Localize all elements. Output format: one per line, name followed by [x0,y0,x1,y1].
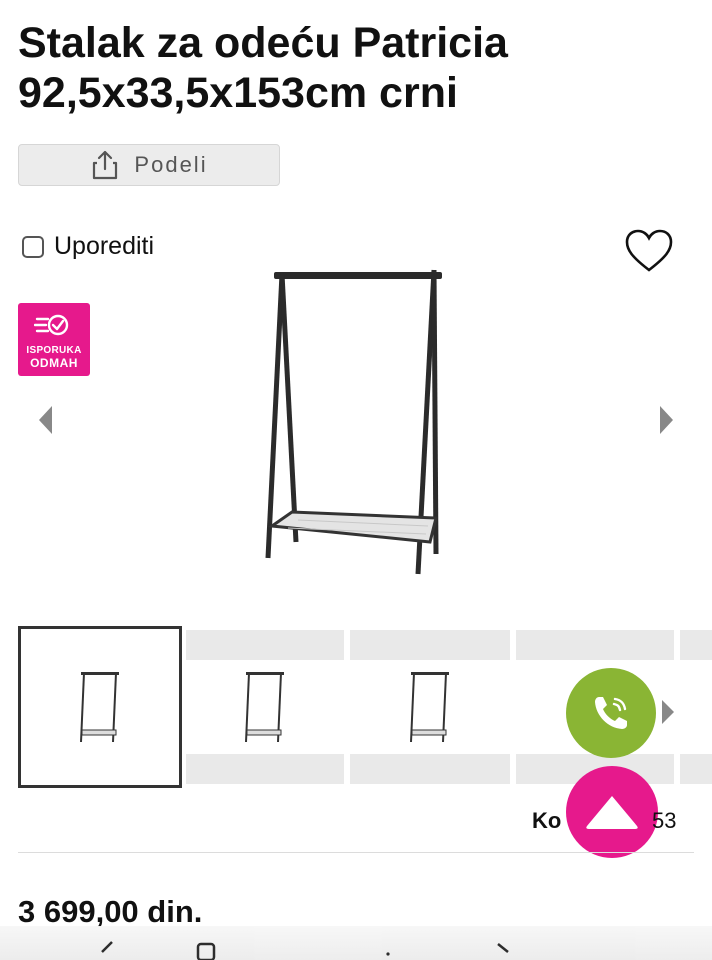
call-button[interactable] [566,668,656,758]
thumbnail-1[interactable] [18,626,182,788]
thumbnail-image [80,672,119,743]
product-image [265,269,442,575]
fast-delivery-icon [34,314,69,336]
home-icon[interactable] [196,940,216,960]
thumbnail-image [410,672,449,743]
share-label: Podeli [134,152,208,177]
arrow-up-icon [586,796,638,829]
compare-checkbox[interactable] [22,235,44,258]
product-price: 3 699,00 din. [18,894,203,929]
share-icon [93,150,118,180]
thumbnail-2[interactable] [186,626,344,788]
chevron-right-icon[interactable] [656,404,676,436]
compare-toggle[interactable]: Uporediti [22,232,154,261]
thumbnail-image [245,672,284,743]
thumbnail-next-icon[interactable] [660,698,676,726]
scroll-top-button[interactable] [566,766,658,858]
menu-icon[interactable] [384,940,404,960]
chevron-left-icon[interactable] [36,404,56,436]
product-code-value: 53 [652,808,677,833]
back-icon[interactable] [98,940,118,960]
forward-icon[interactable] [492,940,512,960]
share-button[interactable]: Podeli [18,144,280,186]
browser-nav-bar [0,926,712,960]
phone-icon [595,697,627,729]
delivery-badge: ISPORUKA ODMAH [18,303,90,376]
product-title: Stalak za odeću Patricia 92,5x33,5x153cm… [18,19,508,117]
product-code: Ko 53 [532,808,676,834]
badge-line2: ODMAH [30,356,78,370]
product-code-label: Ko [532,808,562,833]
divider [18,852,694,853]
thumbnail-5[interactable] [680,626,712,788]
thumbnail-3[interactable] [350,626,510,788]
compare-label: Uporediti [54,232,155,260]
heart-icon[interactable] [624,228,674,274]
